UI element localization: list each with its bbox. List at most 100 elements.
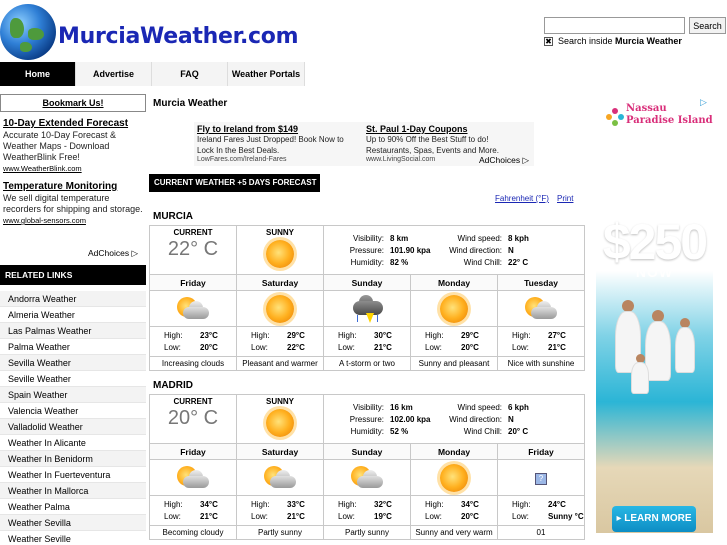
wind_chill-value: 22° C (508, 257, 529, 267)
day-names-row: Friday Saturday Sunday Monday Tuesday (149, 274, 585, 291)
search-input[interactable] (544, 17, 685, 34)
wind_chill-label: Wind Chill: (463, 257, 502, 267)
high-label: High: (164, 331, 183, 340)
search-button[interactable]: Search (689, 17, 726, 34)
low-label: Low: (425, 343, 442, 352)
top-ad-2-title[interactable]: St. Paul 1-Day Coupons (366, 124, 526, 134)
learn-more-button[interactable]: ▸ LEARN MORE (612, 506, 696, 532)
search-inside-checkbox[interactable]: ✖ (544, 37, 553, 46)
related-link[interactable]: Sevilla Weather (0, 355, 146, 371)
related-link[interactable]: Weather In Mallorca (0, 483, 146, 499)
print-link[interactable]: Print (557, 194, 573, 203)
left-ad-1-title[interactable]: 10-Day Extended Forecast (3, 118, 143, 129)
related-link[interactable]: Valencia Weather (0, 403, 146, 419)
right-ad-banner[interactable]: ▷ Nassau Paradise Island SAVE $250 NOW ▸… (596, 96, 713, 533)
partly-cloudy-icon (262, 464, 298, 492)
related-link[interactable]: Weather In Alicante (0, 435, 146, 451)
left-ad-1-text: Accurate 10-Day Forecast & Weather Maps … (3, 130, 117, 162)
left-ad-1-url[interactable]: www.WeatherBlink.com (3, 164, 143, 173)
nav-advertise[interactable]: Advertise (76, 62, 152, 86)
day-icon-cell (149, 459, 237, 496)
site-title[interactable]: MurciaWeather.com (58, 24, 299, 49)
bookmark-link[interactable]: Bookmark Us! (0, 94, 146, 112)
top-adchoices-link[interactable]: AdChoices ▷ (479, 155, 529, 166)
current-condition: SUNNY (265, 397, 294, 406)
low-temp: 19°C (374, 512, 392, 521)
related-link[interactable]: Palma Weather (0, 339, 146, 355)
current-condition-cell: SUNNY (236, 394, 324, 444)
related-links-list: Andorra Weather Almeria Weather Las Palm… (0, 291, 146, 545)
nav-weather-portals[interactable]: Weather Portals (228, 62, 305, 86)
top-ad-1-title[interactable]: Fly to Ireland from $149 (197, 124, 357, 134)
high-label: High: (164, 500, 183, 509)
day-temps-cell: High: 34°C Low: 21°C (149, 495, 237, 526)
low-label: Low: (512, 343, 529, 352)
related-link[interactable]: Las Palmas Weather (0, 323, 146, 339)
high-temp: 30°C (374, 331, 392, 340)
nav-home[interactable]: Home (0, 62, 76, 86)
city-forecast-madrid: MADRID CURRENT 20° C SUNNY Visibility: 16 km W… (149, 378, 585, 540)
wind_speed-value: 6 kph (508, 402, 529, 412)
low-label: Low: (425, 512, 442, 521)
sunny-icon (440, 295, 468, 323)
thunderstorm-icon (349, 295, 385, 323)
visibility-label: Visibility: (353, 402, 384, 412)
visibility-value: 16 km (390, 402, 413, 412)
related-link[interactable]: Andorra Weather (0, 291, 146, 307)
related-link[interactable]: Weather Palma (0, 499, 146, 515)
page-title: Murcia Weather (153, 98, 228, 109)
low-temp: Sunny °C (548, 512, 584, 521)
related-link[interactable]: Weather Sevilla (0, 515, 146, 531)
main-content: Murcia Weather Fly to Ireland from $149 … (149, 94, 585, 545)
related-link[interactable]: Weather Seville (0, 531, 146, 545)
fahrenheit-link[interactable]: Fahrenheit (°F) (495, 194, 549, 203)
high-temp: 32°C (374, 500, 392, 509)
day-description: Partly sunny (323, 525, 411, 540)
related-link[interactable]: Valladolid Weather (0, 419, 146, 435)
pressure-label: Pressure: (349, 414, 384, 424)
low-temp: 22°C (287, 343, 305, 352)
low-temp: 21°C (374, 343, 392, 352)
left-ad-2-url[interactable]: www.global-sensors.com (3, 216, 143, 225)
main-nav: Home Advertise FAQ Weather Portals (0, 62, 305, 86)
day-name: Friday (497, 443, 585, 460)
day-icons-row (149, 290, 585, 327)
related-link[interactable]: Seville Weather (0, 371, 146, 387)
forecast-table: CURRENT 22° C SUNNY Visibility: 8 km Wind spe… (149, 225, 585, 371)
left-ad-2-title[interactable]: Temperature Monitoring (3, 181, 143, 192)
related-link[interactable]: Weather In Fuerteventura (0, 467, 146, 483)
related-links-heading: RELATED LINKS (0, 265, 146, 285)
pressure-value: 101.90 kpa (390, 245, 431, 255)
low-label: Low: (338, 512, 355, 521)
high-temp: 24°C (548, 500, 566, 509)
adchoices-icon[interactable]: ▷ (700, 97, 710, 107)
beach-family-image (606, 296, 706, 416)
nav-faq[interactable]: FAQ (152, 62, 228, 86)
left-adchoices-link[interactable]: AdChoices ▷ (88, 248, 138, 259)
related-link[interactable]: Weather In Benidorm (0, 451, 146, 467)
forecast-heading: CURRENT WEATHER +5 DAYS FORECAST (149, 174, 320, 192)
related-link[interactable]: Almeria Weather (0, 307, 146, 323)
top-ad-1: Fly to Ireland from $149 Ireland Fares J… (197, 124, 357, 163)
day-icon-cell (497, 290, 585, 327)
related-link[interactable]: Spain Weather (0, 387, 146, 403)
top-ad-1-url[interactable]: LowFares.com/Ireland-Fares (197, 156, 357, 163)
wind_chill-label: Wind Chill: (463, 426, 502, 436)
high-temp: 23°C (200, 331, 218, 340)
globe-logo-icon[interactable] (0, 4, 56, 60)
current-condition-cell: SUNNY (236, 225, 324, 275)
wind_speed-label: Wind speed: (457, 233, 502, 243)
day-name: Sunday (323, 274, 411, 291)
city-name: MURCIA (153, 211, 193, 222)
day-description: Pleasant and warmer (236, 356, 324, 371)
day-name: Friday (149, 274, 237, 291)
current-stats: Visibility: 8 km Wind speed: 8 kph Pressure:… (323, 225, 585, 275)
day-icon-cell (236, 290, 324, 327)
day-names-row: Friday Saturday Sunday Monday Friday (149, 443, 585, 460)
current-condition: SUNNY (265, 228, 294, 237)
low-label: Low: (164, 343, 181, 352)
low-temp: 20°C (461, 343, 479, 352)
ad-brand-line2: Paradise Island (626, 115, 713, 126)
high-label: High: (425, 331, 444, 340)
ad-amount: $250 (602, 214, 708, 270)
